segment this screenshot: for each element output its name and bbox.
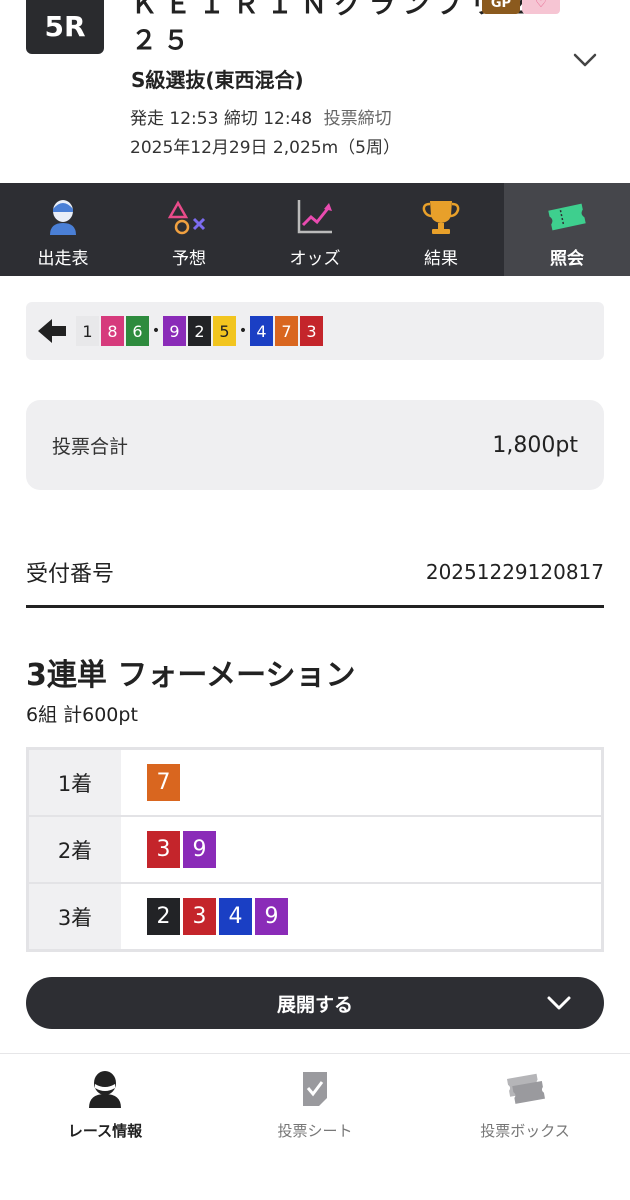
trophy-icon xyxy=(422,201,460,234)
tab-label: オッズ xyxy=(289,249,341,269)
receipt-value: 20251229120817 xyxy=(425,560,604,584)
result-number-chip: 2 xyxy=(188,316,211,346)
nav-label: 投票ボックス xyxy=(480,1122,570,1140)
receipt-number: 受付番号 20251229120817 xyxy=(26,556,604,608)
result-number-chip: 7 xyxy=(275,316,298,346)
tab-label: 予想 xyxy=(172,249,206,269)
rider-icon xyxy=(50,200,76,235)
formation-table: 1着 7 2着 3 9 3着 2 3 4 9 xyxy=(26,747,604,952)
race-number-badge: 5R xyxy=(26,0,104,54)
tab-label: 照会 xyxy=(550,249,584,269)
result-number-chip: 6 xyxy=(126,316,149,346)
bike-number-chip: 2 xyxy=(147,898,180,935)
start-time: 発走 12:53 xyxy=(130,109,219,129)
position-label: 2着 xyxy=(29,817,121,882)
checkmark-sheet-icon xyxy=(303,1072,327,1106)
voting-status: 投票締切 xyxy=(323,109,392,129)
chart-icon xyxy=(297,200,332,234)
receipt-label: 受付番号 xyxy=(26,562,115,587)
race-tabs: 出走表 予想 オッズ 結果 照会 xyxy=(0,183,630,276)
bike-number-chip: 3 xyxy=(183,898,216,935)
tickets-icon xyxy=(506,1073,545,1104)
deadline-time: 締切 12:48 xyxy=(223,109,313,129)
vote-total-label: 投票合計 xyxy=(52,435,129,458)
prediction-icon xyxy=(168,200,206,235)
result-number-chip: 3 xyxy=(300,316,323,346)
formation-row: 3着 2 3 4 9 xyxy=(29,884,601,949)
rider-icon xyxy=(89,1071,121,1108)
grade-tag: GP xyxy=(482,0,520,14)
bike-number-chip: 3 xyxy=(147,831,180,868)
tab-odds[interactable]: オッズ xyxy=(252,183,378,276)
race-date-distance: 2025年12月29日 2,025m（5周） xyxy=(130,138,400,158)
expand-label: 展開する xyxy=(276,993,353,1016)
bet-type-title: 3連単 フォーメーション xyxy=(26,658,356,693)
result-number-chip: 1 xyxy=(76,316,99,346)
formation-row: 1着 7 xyxy=(29,750,601,817)
vote-total-value: 1,800pt xyxy=(492,432,578,458)
bottom-nav: レース情報 投票シート 投票ボックス xyxy=(0,1053,630,1200)
formation-row: 2着 3 9 xyxy=(29,817,601,884)
separator-dot: • xyxy=(238,323,248,339)
nav-race-info[interactable]: レース情報 xyxy=(0,1054,210,1200)
vote-total: 投票合計 1,800pt xyxy=(26,400,604,490)
tab-results[interactable]: 結果 xyxy=(378,183,504,276)
chevron-down-icon[interactable] xyxy=(572,50,598,70)
result-number-chip: 4 xyxy=(250,316,273,346)
position-label: 3着 xyxy=(29,884,121,949)
nav-label: 投票シート xyxy=(277,1122,353,1140)
expand-button[interactable]: 展開する xyxy=(26,977,604,1029)
bike-number-chip: 9 xyxy=(183,831,216,868)
result-chip-list: 1 8 6 • 9 2 5 • 4 7 3 xyxy=(76,316,325,346)
tab-label: 出走表 xyxy=(37,249,89,269)
tab-inquiry[interactable]: 照会 xyxy=(504,183,630,276)
chevron-down-icon xyxy=(547,996,571,1010)
position-label: 1着 xyxy=(29,750,121,815)
tab-label: 結果 xyxy=(424,249,458,269)
favorite-tag: ♡ xyxy=(522,0,560,14)
selected-numbers: 2349 xyxy=(121,884,601,949)
race-title-year: ２５ xyxy=(131,26,196,56)
bike-number-chip: 9 xyxy=(255,898,288,935)
nav-label: レース情報 xyxy=(67,1122,143,1140)
ticket-icon xyxy=(548,203,586,231)
result-number-chip: 5 xyxy=(213,316,236,346)
race-times: 発走 12:53 締切 12:48 投票締切 xyxy=(130,104,392,129)
nav-vote-box[interactable]: 投票ボックス xyxy=(420,1054,630,1200)
arrow-left-icon xyxy=(38,319,66,343)
nav-vote-sheet[interactable]: 投票シート xyxy=(210,1054,420,1200)
bike-number-chip: 7 xyxy=(147,764,180,801)
race-class: S級選抜(東西混合) xyxy=(131,68,304,92)
tab-prediction[interactable]: 予想 xyxy=(126,183,252,276)
result-number-chip: 9 xyxy=(163,316,186,346)
bike-number-chip: 4 xyxy=(219,898,252,935)
race-header: 5R ＫＥＩＲＩＮグランプリ２０ GP ♡ ２５ S級選抜(東西混合) 発走 1… xyxy=(0,0,630,183)
separator-dot: • xyxy=(151,323,161,339)
selected-numbers: 39 xyxy=(121,817,601,882)
bet-summary: 6組 計600pt xyxy=(26,704,138,726)
result-number-chip: 8 xyxy=(101,316,124,346)
result-order: 1 8 6 • 9 2 5 • 4 7 3 xyxy=(26,302,604,360)
tab-entries[interactable]: 出走表 xyxy=(0,183,126,276)
selected-numbers: 7 xyxy=(121,750,601,815)
